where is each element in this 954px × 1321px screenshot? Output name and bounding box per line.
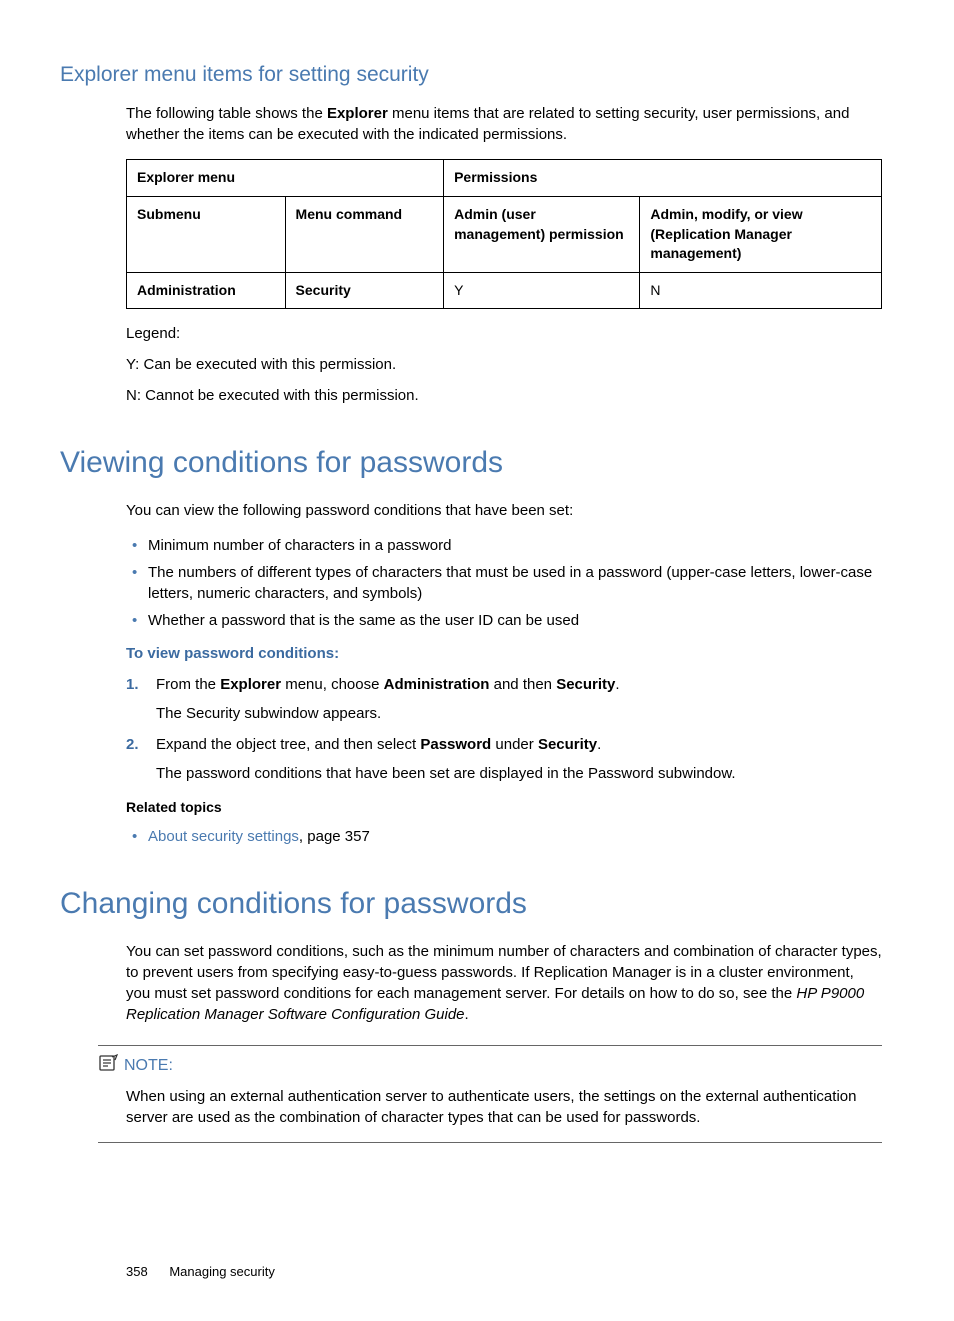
permissions-table: Explorer menu Permissions Submenu Menu c… (126, 159, 882, 309)
note-body: When using an external authentication se… (126, 1086, 882, 1128)
procedure-heading: To view password conditions: (126, 643, 882, 664)
legend-label: Legend: (126, 323, 882, 344)
text-bold: Explorer (220, 676, 281, 693)
related-link-about-security[interactable]: About security settings (148, 828, 299, 845)
text-bold: Security (556, 676, 615, 693)
page-number: 358 (126, 1263, 148, 1281)
note-icon (98, 1054, 118, 1078)
related-topics-list: About security settings, page 357 (126, 826, 882, 847)
cell-menu-command: Security (285, 272, 444, 309)
th-admin-perm: Admin (user management) permission (444, 196, 640, 272)
table-row: Administration Security Y N (127, 272, 882, 309)
text: You can set password conditions, such as… (126, 943, 882, 1002)
section-heading-viewing: Viewing conditions for passwords (60, 442, 882, 484)
text-bold: Security (538, 736, 597, 753)
legend-y: Y: Can be executed with this permission. (126, 354, 882, 375)
text: menu, choose (281, 676, 384, 693)
th-permissions: Permissions (444, 160, 882, 197)
th-menu-command: Menu command (285, 196, 444, 272)
list-item: About security settings, page 357 (126, 826, 882, 847)
text: . (615, 676, 619, 693)
cell-modview: N (640, 272, 882, 309)
text: The following table shows the (126, 105, 327, 122)
cell-admin: Y (444, 272, 640, 309)
procedure-steps: From the Explorer menu, choose Administr… (126, 674, 882, 784)
list-item: Minimum number of characters in a passwo… (126, 535, 882, 556)
legend-n: N: Cannot be executed with this permissi… (126, 385, 882, 406)
section3-intro: You can set password conditions, such as… (126, 941, 882, 1025)
step-1-result: The Security subwindow appears. (156, 703, 882, 724)
text: , page 357 (299, 828, 370, 845)
text-bold: Administration (384, 676, 490, 693)
step-2-result: The password conditions that have been s… (156, 763, 882, 784)
section-heading-changing: Changing conditions for passwords (60, 883, 882, 925)
note-label: NOTE: (124, 1055, 173, 1077)
text-bold: Explorer (327, 105, 388, 122)
text: From the (156, 676, 220, 693)
list-item: The numbers of different types of charac… (126, 562, 882, 604)
text-bold: Password (420, 736, 491, 753)
text: under (491, 736, 538, 753)
text: . (597, 736, 601, 753)
text: and then (489, 676, 556, 693)
step-2: Expand the object tree, and then select … (126, 734, 882, 784)
th-explorer-menu: Explorer menu (127, 160, 444, 197)
step-1: From the Explorer menu, choose Administr… (126, 674, 882, 724)
text: Expand the object tree, and then select (156, 736, 420, 753)
footer-title: Managing security (169, 1264, 275, 1279)
section2-intro: You can view the following password cond… (126, 500, 882, 521)
note-block: NOTE: When using an external authenticat… (98, 1045, 882, 1143)
page-footer: 358 Managing security (126, 1263, 882, 1281)
th-submenu: Submenu (127, 196, 286, 272)
section-heading-explorer: Explorer menu items for setting security (60, 60, 882, 89)
th-modify-view-perm: Admin, modify, or view (Replication Mana… (640, 196, 882, 272)
list-item: Whether a password that is the same as t… (126, 610, 882, 631)
related-topics-heading: Related topics (126, 798, 882, 818)
section1-intro: The following table shows the Explorer m… (126, 103, 882, 145)
text: . (465, 1006, 469, 1023)
cell-submenu: Administration (127, 272, 286, 309)
conditions-list: Minimum number of characters in a passwo… (126, 535, 882, 631)
